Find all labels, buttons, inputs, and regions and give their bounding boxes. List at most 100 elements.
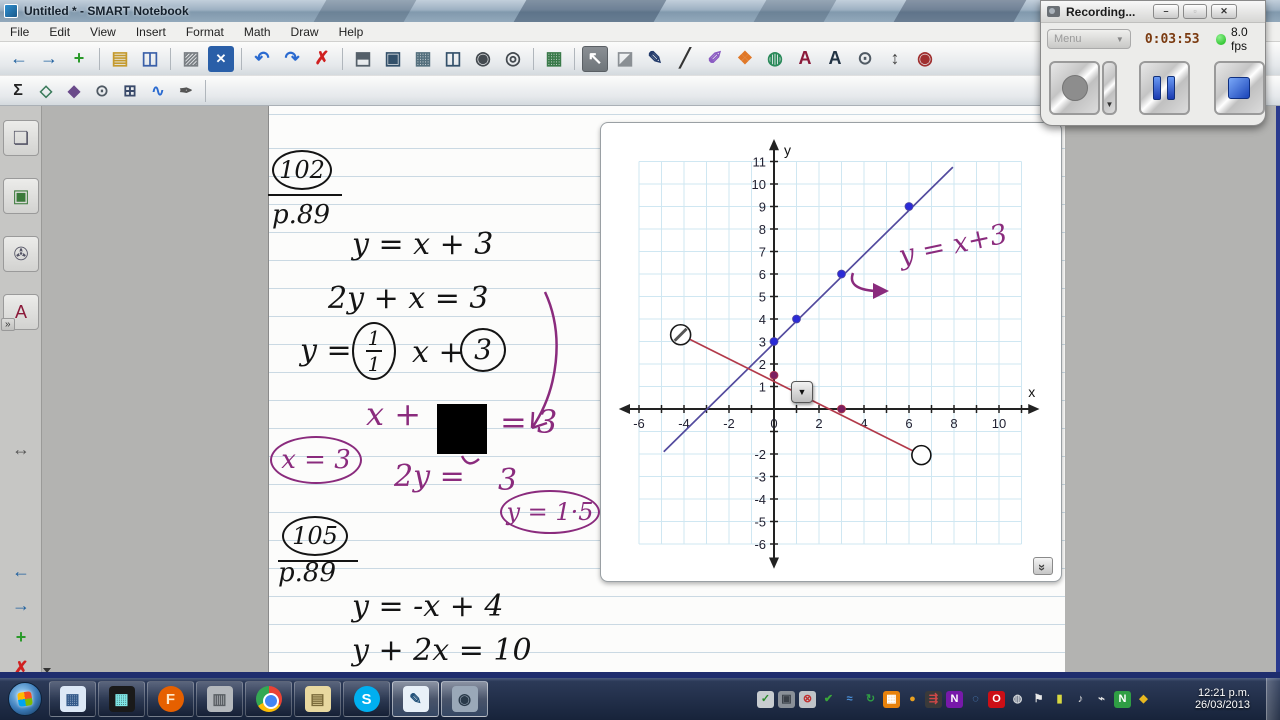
shapes-button[interactable]: ❖ [732, 46, 758, 72]
tray-onenote[interactable]: N [946, 690, 963, 708]
creative-pen-button[interactable]: ✐ [702, 46, 728, 72]
attachments-tab[interactable]: ✇ [3, 236, 39, 272]
taskbar-sci-calculator[interactable]: ▦ [98, 681, 145, 717]
select-tool-button[interactable]: ↖ [582, 45, 608, 72]
taskbar-device-tool[interactable]: ▥ [196, 681, 243, 717]
menu-view[interactable]: View [80, 23, 126, 41]
save-button[interactable]: ◫ [137, 46, 163, 72]
tray-sync[interactable]: ↻ [862, 691, 879, 708]
menu-format[interactable]: Format [176, 23, 234, 41]
taskbar-chrome[interactable] [245, 681, 292, 717]
menu-draw[interactable]: Draw [281, 23, 329, 41]
math-sigma-button[interactable]: Σ [6, 79, 30, 103]
pen-tool-button[interactable]: ✎ [642, 46, 668, 72]
graph-object[interactable]: -6 -4 -2 0 2 4 6 8 10 11 10 9 8 7 6 5 4 3 2 1 -2 -3 -4 -5 -6 x y y … [600, 122, 1062, 582]
tray-device[interactable]: ▣ [778, 690, 795, 708]
page-sorter-tab[interactable]: ❏ [3, 120, 39, 156]
screen-shade-button[interactable]: ⬒ [350, 46, 376, 72]
aero-streak [753, 0, 837, 22]
redo-button[interactable]: ↷ [279, 46, 305, 72]
tray-wireless[interactable]: ≈ [841, 691, 858, 708]
transparent-background-button[interactable]: ▦ [410, 46, 436, 72]
irregular-polygon-button[interactable]: ◇ [34, 79, 58, 103]
tray-globe[interactable]: ◍ [1009, 691, 1026, 708]
document-camera-button[interactable]: ◎ [500, 46, 526, 72]
taskbar-smart-recorder[interactable]: ◉ [441, 681, 488, 717]
window-title: Untitled * - SMART Notebook [24, 4, 189, 18]
tray-status-amber[interactable]: ● [904, 691, 921, 708]
tray-power-plug[interactable]: ⌁ [1093, 691, 1110, 708]
undo-button[interactable]: ↶ [249, 46, 275, 72]
tray-battery-warning[interactable]: ▮ [1051, 691, 1068, 708]
taskbar-firefox[interactable]: F [147, 681, 194, 717]
menu-math[interactable]: Math [234, 23, 281, 41]
text-button[interactable]: A [792, 46, 818, 72]
tray-opera[interactable]: O [988, 690, 1005, 708]
stop-button[interactable] [1213, 61, 1265, 115]
equation-table-button[interactable]: ⊞ [118, 79, 142, 103]
svg-text:-5: -5 [754, 515, 766, 530]
gallery-tab[interactable]: ▣ [3, 178, 39, 214]
previous-page-button[interactable]: ← [6, 46, 32, 72]
record-button[interactable] [1049, 61, 1101, 115]
menu-edit[interactable]: Edit [39, 23, 80, 41]
show-desktop-button[interactable] [1266, 678, 1280, 720]
table-button[interactable]: ▦ [541, 46, 567, 72]
graph-builder-button[interactable]: ∿ [146, 79, 170, 103]
recorder-tool-button[interactable]: ◉ [912, 46, 938, 72]
line-tool-button[interactable]: ╱ [672, 46, 698, 72]
pan-handle[interactable]: ↔ [6, 436, 36, 462]
add-page-button[interactable]: + [66, 46, 92, 72]
pause-button[interactable] [1138, 61, 1190, 115]
add-page-nav[interactable]: + [6, 624, 36, 650]
previous-page-nav[interactable]: ← [6, 558, 36, 584]
tray-messenger[interactable]: ◌ [967, 691, 984, 708]
next-page-nav[interactable]: → [6, 592, 36, 618]
tray-security-shield[interactable]: ◆ [1135, 691, 1152, 708]
next-page-button[interactable]: → [36, 46, 62, 72]
tray-smart-board[interactable]: ▦ [883, 690, 900, 708]
taskbar-devices-printers[interactable]: ▤ [294, 681, 341, 717]
taskbar: ▦ ▦ F ▥ ▤ S ✎ ◉ ✓ ▣ ⊗ ✔ ≈ ↻ ▦ ● ⇶ N ◌ O ◍ ⚑ ▮ ♪ ⌁ N ◆ 12:21 p.m. … [0, 678, 1280, 720]
expand-panel-button[interactable]: » [1, 318, 15, 331]
svg-text:1: 1 [759, 380, 766, 395]
menu-file[interactable]: File [0, 23, 39, 41]
eraser-tool-button[interactable]: ◪ [612, 46, 638, 72]
menu-insert[interactable]: Insert [126, 23, 176, 41]
tray-usb-eject[interactable]: ✓ [757, 690, 774, 708]
tray-volume[interactable]: ♪ [1072, 691, 1089, 708]
shape-recognition-pen-button[interactable]: ✒ [174, 79, 198, 103]
record-options-button[interactable]: ▼ [1102, 61, 1117, 115]
math-compass-button[interactable]: ⊙ [90, 79, 114, 103]
workspace: ❏ ▣ ✇ A» ↔ ← → + ✗ -6 -4 -2 0 2 4 6 8 10 11 10 9 8 7 6 5 4 3 2 1 -2-… [0, 106, 1280, 678]
open-file-button[interactable]: ▤ [107, 46, 133, 72]
recorder-minimize-button[interactable]: – [1153, 4, 1179, 19]
tray-arrows[interactable]: ⇶ [925, 690, 942, 708]
tray-nvidia[interactable]: N [1114, 690, 1131, 708]
tray-disc-error[interactable]: ⊗ [799, 690, 816, 708]
screen-capture-button[interactable]: ◉ [470, 46, 496, 72]
resize-button[interactable]: ↕ [882, 46, 908, 72]
menu-help[interactable]: Help [329, 23, 374, 41]
recorder-menu-button[interactable]: Menu ▼ [1047, 29, 1131, 49]
smart-exchange-button[interactable]: ✕ [208, 45, 234, 72]
paste-button[interactable]: ▨ [178, 46, 204, 72]
graph-object-menu-button[interactable]: ▼ [791, 381, 813, 403]
taskbar-skype[interactable]: S [343, 681, 390, 717]
tray-action-center[interactable]: ⚑ [1030, 691, 1047, 708]
windows-logo-icon [17, 691, 33, 707]
fill-button[interactable]: ◍ [762, 46, 788, 72]
taskbar-smart-notebook[interactable]: ✎ [392, 681, 439, 717]
taskbar-clock[interactable]: 12:21 p.m. 26/03/2013 [1195, 678, 1250, 720]
dual-page-display-button[interactable]: ◫ [440, 46, 466, 72]
measurement-tools-button[interactable]: ⊙ [852, 46, 878, 72]
graph-collapse-button[interactable]: » [1033, 557, 1053, 575]
regular-polygons-button[interactable]: ◆ [62, 79, 86, 103]
recorder-close-button[interactable]: ✕ [1211, 4, 1237, 19]
taskbar-calculator[interactable]: ▦ [49, 681, 96, 717]
start-button[interactable] [8, 682, 42, 716]
full-screen-button[interactable]: ▣ [380, 46, 406, 72]
delete-button[interactable]: ✗ [309, 46, 335, 72]
text-properties-button[interactable]: A [822, 46, 848, 72]
tray-antivirus-check[interactable]: ✔ [820, 691, 837, 708]
